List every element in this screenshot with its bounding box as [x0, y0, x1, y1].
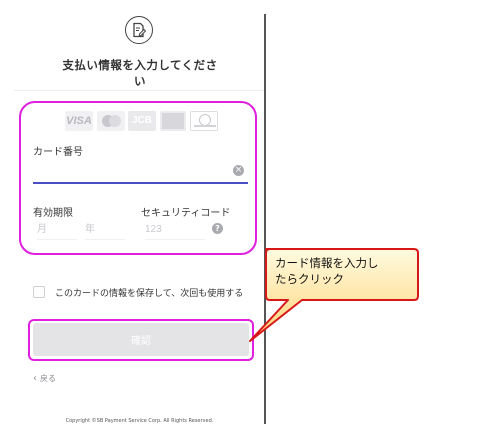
callout-line-1: カード情報を入力し: [275, 256, 379, 270]
callout-text: カード情報を入力し たらクリック: [275, 255, 420, 287]
callout-line-2: たらクリック: [275, 272, 344, 286]
callout-bubble: [249, 248, 419, 342]
